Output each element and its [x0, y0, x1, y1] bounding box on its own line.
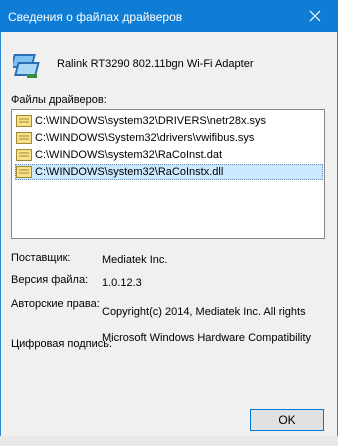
copyright-value: Copyright(c) 2014, Mediatek Inc. All rig… [102, 306, 306, 318]
window-title: Сведения о файлах драйверов [8, 10, 183, 24]
version-value: 1.0.12.3 [102, 277, 142, 289]
file-path: C:\WINDOWS\System32\drivers\vwifibus.sys [35, 132, 255, 144]
file-icon [16, 166, 32, 178]
title-bar[interactable]: Сведения о файлах драйверов [0, 0, 338, 32]
file-path: C:\WINDOWS\system32\RaCoInstx.dll [35, 166, 224, 178]
list-item[interactable]: C:\WINDOWS\system32\RaCoInst.dat [16, 147, 324, 163]
signature-label: Цифровая подпись: [11, 338, 113, 350]
driver-files-label: Файлы драйверов: [11, 94, 107, 106]
device-name: Ralink RT3290 802.11bgn Wi-Fi Adapter [57, 58, 254, 70]
background-strip [0, 436, 338, 446]
list-item-selected[interactable]: C:\WINDOWS\system32\RaCoInstx.dll [15, 164, 323, 180]
signature-value: Microsoft Windows Hardware Compatibility [102, 332, 312, 344]
file-path: C:\WINDOWS\system32\DRIVERS\netr28x.sys [35, 115, 267, 127]
version-label: Версия файла: [11, 274, 89, 286]
close-button[interactable] [292, 0, 338, 32]
ok-button[interactable]: OK [250, 409, 324, 431]
file-path: C:\WINDOWS\system32\RaCoInst.dat [35, 149, 223, 161]
provider-value: Mediatek Inc. [102, 254, 168, 266]
file-icon [16, 132, 32, 144]
copyright-label: Авторские права: [11, 298, 100, 310]
provider-label: Поставщик: [11, 252, 71, 264]
file-icon [16, 115, 32, 127]
file-icon [16, 149, 32, 161]
driver-files-list[interactable]: C:\WINDOWS\system32\DRIVERS\netr28x.sys … [11, 109, 325, 239]
dialog-body: Ralink RT3290 802.11bgn Wi-Fi Adapter Фа… [0, 32, 338, 436]
list-item[interactable]: C:\WINDOWS\system32\DRIVERS\netr28x.sys [16, 113, 324, 129]
list-item[interactable]: C:\WINDOWS\System32\drivers\vwifibus.sys [16, 130, 324, 146]
network-adapter-icon [13, 54, 40, 78]
close-icon [309, 10, 321, 22]
